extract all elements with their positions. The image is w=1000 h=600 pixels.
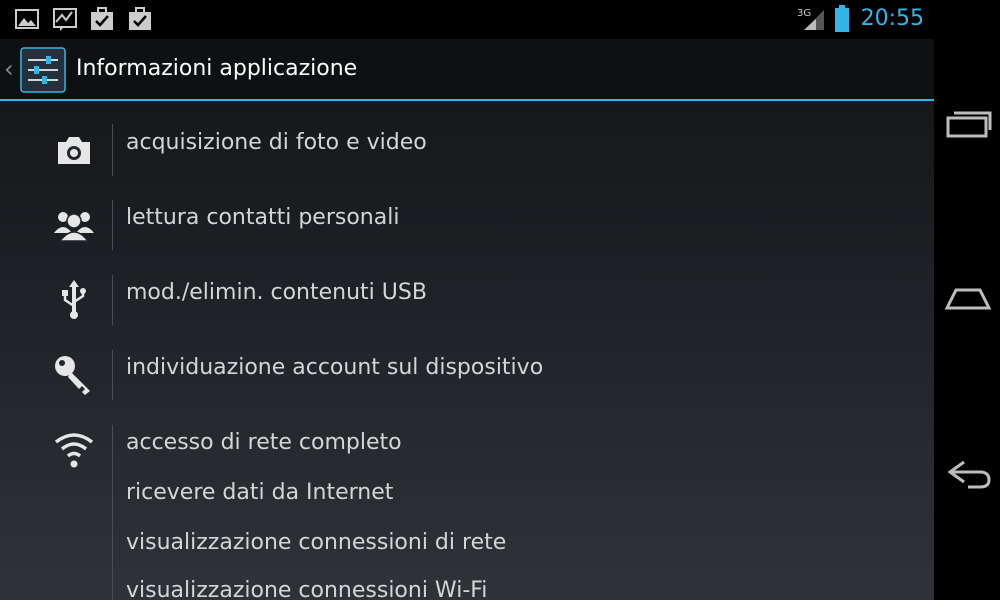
usb-icon: [62, 280, 86, 319]
group-divider: [112, 200, 113, 250]
group-divider: [112, 275, 113, 325]
app-screen: 3G 20:55 ‹ Informazioni applicazione acq: [0, 0, 934, 600]
permission-group-contacts: lettura contatti personali: [0, 175, 934, 250]
wifi-icon: [54, 433, 94, 468]
permission-item: visualizzazione connessioni di rete: [126, 530, 507, 555]
clock: 20:55: [860, 6, 924, 31]
permission-item: individuazione account sul dispositivo: [126, 355, 544, 380]
up-caret-icon[interactable]: ‹: [4, 55, 14, 83]
group-divider: [112, 425, 113, 600]
briefcase-check-icon: [91, 7, 113, 30]
activity-icon: [53, 8, 77, 31]
briefcase-check-icon: [129, 7, 151, 30]
home-icon[interactable]: [944, 280, 992, 320]
contacts-icon: [54, 212, 94, 242]
camera-icon: [58, 137, 90, 164]
action-bar: ‹ Informazioni applicazione: [0, 39, 934, 101]
recent-apps-icon[interactable]: [944, 104, 992, 144]
permission-group-accounts: individuazione account sul dispositivo: [0, 325, 934, 400]
group-divider: [112, 350, 113, 400]
back-icon[interactable]: [944, 454, 992, 494]
network-label: 3G: [797, 8, 811, 19]
permission-group-usb: mod./elimin. contenuti USB: [0, 250, 934, 325]
permission-item: lettura contatti personali: [126, 205, 400, 230]
signal-icon: 3G: [797, 8, 824, 30]
status-bar: 3G 20:55: [0, 0, 934, 39]
group-divider: [112, 124, 113, 176]
gallery-icon: [15, 9, 39, 29]
navigation-bar: [934, 0, 1000, 600]
page-title: Informazioni applicazione: [76, 56, 358, 81]
key-icon: [55, 356, 90, 395]
permission-item: ricevere dati da Internet: [126, 480, 394, 505]
permission-item: accesso di rete completo: [126, 430, 402, 455]
permission-item: mod./elimin. contenuti USB: [126, 280, 427, 305]
permission-item: acquisizione di foto e video: [126, 130, 427, 155]
battery-icon: [835, 5, 849, 32]
permission-group-network: accesso di rete completo ricevere dati d…: [0, 400, 934, 600]
settings-sliders-icon[interactable]: [20, 47, 66, 93]
permission-item: visualizzazione connessioni Wi-Fi: [126, 578, 488, 600]
